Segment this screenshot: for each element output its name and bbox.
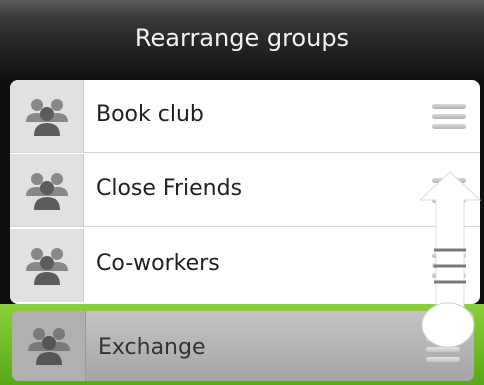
list-item[interactable]: Book club	[10, 80, 480, 153]
group-list: Book club Close Friends Co-workers	[10, 80, 480, 304]
people-icon	[26, 173, 68, 210]
group-label: Co-workers	[96, 251, 220, 276]
group-label: Close Friends	[96, 176, 243, 201]
group-icon-cell	[10, 229, 84, 302]
group-icon-cell	[10, 80, 84, 152]
dragging-row-highlight: Exchange	[0, 304, 484, 385]
list-item[interactable]: Close Friends	[10, 154, 480, 227]
title-bar: Rearrange groups	[0, 0, 484, 78]
group-label: Exchange	[98, 335, 206, 360]
list-item[interactable]: Co-workers	[10, 229, 480, 302]
people-icon	[26, 248, 68, 285]
drag-up-arrow-icon	[420, 171, 482, 348]
dragging-list-item[interactable]: Exchange	[12, 311, 474, 381]
drag-handle-icon[interactable]	[432, 104, 466, 130]
group-label: Book club	[96, 102, 204, 127]
page-title: Rearrange groups	[134, 24, 350, 52]
people-icon	[26, 99, 68, 136]
people-icon	[28, 328, 70, 365]
group-icon-cell	[10, 154, 84, 226]
group-icon-cell	[12, 311, 86, 381]
